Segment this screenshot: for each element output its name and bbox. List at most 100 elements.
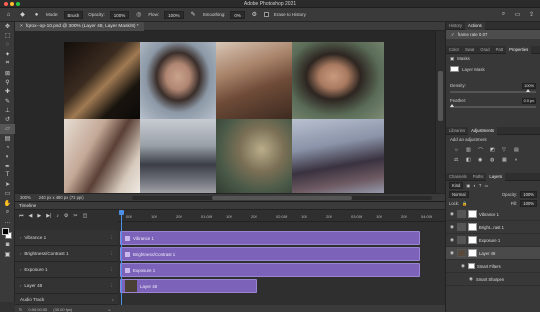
zoom-tool-icon[interactable]: ⌕ <box>0 208 15 217</box>
stamp-tool-icon[interactable]: ⊥ <box>0 106 15 115</box>
lock-icon[interactable]: 🔒 <box>462 201 467 207</box>
foreground-color-swatch[interactable] <box>2 227 9 235</box>
workspace-icon[interactable]: ▭ <box>513 10 522 19</box>
smoothing-input[interactable]: 0% <box>230 10 245 19</box>
layer-mask-thumbnail[interactable] <box>468 236 477 244</box>
filter-shape-icon[interactable]: ▭ <box>484 183 488 188</box>
quick-select-tool-icon[interactable]: ✦ <box>0 50 15 59</box>
horizontal-scroll-thumb[interactable] <box>211 195 352 200</box>
feather-slider[interactable] <box>450 104 536 108</box>
screen-mode-icon[interactable]: ▣ <box>0 250 15 259</box>
track-audio[interactable]: Audio Track ♪ <box>15 294 118 305</box>
visibility-eye-icon[interactable]: ◉ <box>449 224 455 230</box>
track-layer-48[interactable]: › Layer 48 ⋮ <box>15 278 118 294</box>
crop-tool-icon[interactable]: ⌗ <box>0 59 15 68</box>
black-white-icon[interactable]: ◧ <box>466 157 475 163</box>
vertical-scrollbar[interactable] <box>435 31 445 193</box>
horizontal-scrollbar[interactable] <box>131 195 432 200</box>
track-options-icon[interactable]: ⋮ <box>110 267 115 273</box>
track-options-icon[interactable]: ⋮ <box>110 235 115 241</box>
curves-icon[interactable]: ⌒ <box>478 147 487 154</box>
gear-icon[interactable]: ⚙ <box>250 10 259 19</box>
feather-input[interactable]: 0.0 px <box>522 97 536 104</box>
hue-saturation-icon[interactable]: ▤ <box>514 147 523 154</box>
visibility-eye-icon[interactable]: ◉ <box>449 211 455 217</box>
eraser-preset-icon[interactable]: ◆ <box>18 10 27 19</box>
shape-tool-icon[interactable]: ▭ <box>0 189 15 198</box>
zoom-slider-icon[interactable]: ▵ <box>108 307 110 312</box>
expand-arrow-icon[interactable]: › <box>20 251 21 256</box>
track-vibrance[interactable]: › Vibrance 1 ⋮ <box>15 230 118 246</box>
brightness-icon[interactable]: ☼ <box>454 147 463 154</box>
track-options-icon[interactable]: ⋮ <box>110 251 115 257</box>
expand-arrow-icon[interactable]: › <box>20 267 21 272</box>
density-input[interactable]: 100% <box>522 82 536 89</box>
document-tab[interactable]: × fqrox--op-10.psd @ 300% (Layer 48, Lay… <box>15 21 144 31</box>
canvas-area[interactable] <box>15 31 435 195</box>
lasso-tool-icon[interactable]: ◌ <box>0 41 15 50</box>
levels-icon[interactable]: ▥ <box>466 147 475 154</box>
tab-color[interactable]: Color <box>446 46 462 54</box>
playhead-line[interactable] <box>121 214 122 312</box>
visibility-eye-icon[interactable]: ◉ <box>468 276 474 282</box>
minimize-window-button[interactable] <box>10 2 14 6</box>
tab-patterns[interactable]: Patt <box>493 46 506 54</box>
close-window-button[interactable] <box>4 2 8 6</box>
type-tool-icon[interactable]: T <box>0 171 15 180</box>
kind-filter-select[interactable]: Kind <box>449 182 464 189</box>
audio-options-icon[interactable]: ♪ <box>112 297 114 302</box>
density-slider-knob[interactable] <box>526 89 530 92</box>
filter-pixel-icon[interactable]: ▣ <box>466 183 470 188</box>
timeline-ruler[interactable]: 00f 10f 20f 01:00f 10f 20f 02:00f 10f 20… <box>118 210 445 222</box>
vibrance-icon[interactable]: ▽ <box>502 147 511 154</box>
zoom-window-button[interactable] <box>16 2 20 6</box>
clip-vibrance[interactable]: Vibrance 1 <box>120 231 420 245</box>
photo-filter-icon[interactable]: ◉ <box>478 157 487 163</box>
visibility-eye-icon[interactable]: ◉ <box>460 263 466 269</box>
expand-arrow-icon[interactable]: › <box>20 235 21 240</box>
smart-sharpen-row[interactable]: ◉ Smart Sharpen <box>446 273 540 286</box>
color-lookup-icon[interactable]: ▦ <box>502 157 511 163</box>
tab-history[interactable]: History <box>446 22 465 30</box>
path-select-tool-icon[interactable]: ➤ <box>0 180 15 189</box>
expand-arrow-icon[interactable]: › <box>20 283 21 288</box>
split-icon[interactable]: ✂ <box>73 213 77 219</box>
density-slider[interactable] <box>450 89 536 93</box>
brush-size-icon[interactable]: ● <box>32 10 41 19</box>
layer-row-selected[interactable]: ◉ Layer 48 <box>446 247 540 260</box>
tab-adjustments[interactable]: Adjustments <box>468 126 498 135</box>
pen-tool-icon[interactable]: ✒ <box>0 161 15 170</box>
layer-row[interactable]: ◉ Exposure 1 <box>446 234 540 247</box>
layer-mask-thumbnail[interactable] <box>468 210 477 218</box>
layer-mask-row[interactable]: Layer Mask <box>446 63 540 75</box>
smart-filters-row[interactable]: ◉ Smart Filters <box>446 260 540 273</box>
more-tools-icon[interactable]: … <box>0 217 15 226</box>
render-video-icon[interactable]: ↻ <box>19 307 22 312</box>
gradient-tool-icon[interactable]: ▤ <box>0 134 15 143</box>
dodge-tool-icon[interactable]: ◐ <box>0 152 15 161</box>
tab-paths[interactable]: Paths <box>470 173 487 181</box>
history-brush-tool-icon[interactable]: ↺ <box>0 115 15 124</box>
feather-slider-knob[interactable] <box>450 104 454 107</box>
visibility-eye-icon[interactable]: ◉ <box>449 237 455 243</box>
vertical-scroll-thumb[interactable] <box>438 71 443 121</box>
airbrush-icon[interactable]: ✎ <box>189 10 198 19</box>
history-item[interactable]: ✓ frame rate 0.07 <box>446 30 540 39</box>
track-exposure[interactable]: › Exposure 1 ⋮ <box>15 262 118 278</box>
flow-input[interactable]: 100% <box>164 10 184 19</box>
track-brightness-contrast[interactable]: › Brightness/Contrast 1 ⋮ <box>15 246 118 262</box>
close-tab-icon[interactable]: × <box>20 24 23 29</box>
pressure-opacity-icon[interactable]: ◎ <box>134 10 143 19</box>
document-canvas[interactable] <box>64 42 384 195</box>
brush-tool-icon[interactable]: ✎ <box>0 96 15 105</box>
layer-opacity-input[interactable]: 100% <box>520 191 537 198</box>
tab-gradients[interactable]: Grad <box>477 46 492 54</box>
next-frame-icon[interactable]: ▶| <box>46 213 51 219</box>
invert-icon[interactable]: ◑ <box>514 157 523 163</box>
quick-mask-icon[interactable]: ◙ <box>0 241 15 250</box>
first-frame-icon[interactable]: ⏮ <box>19 213 24 219</box>
tab-layers[interactable]: Layers <box>486 172 505 181</box>
prev-frame-icon[interactable]: ◀ <box>29 213 33 219</box>
tab-swatches[interactable]: Swat <box>462 46 477 54</box>
clip-brightness-contrast[interactable]: Brightness/Contrast 1 <box>120 247 420 261</box>
